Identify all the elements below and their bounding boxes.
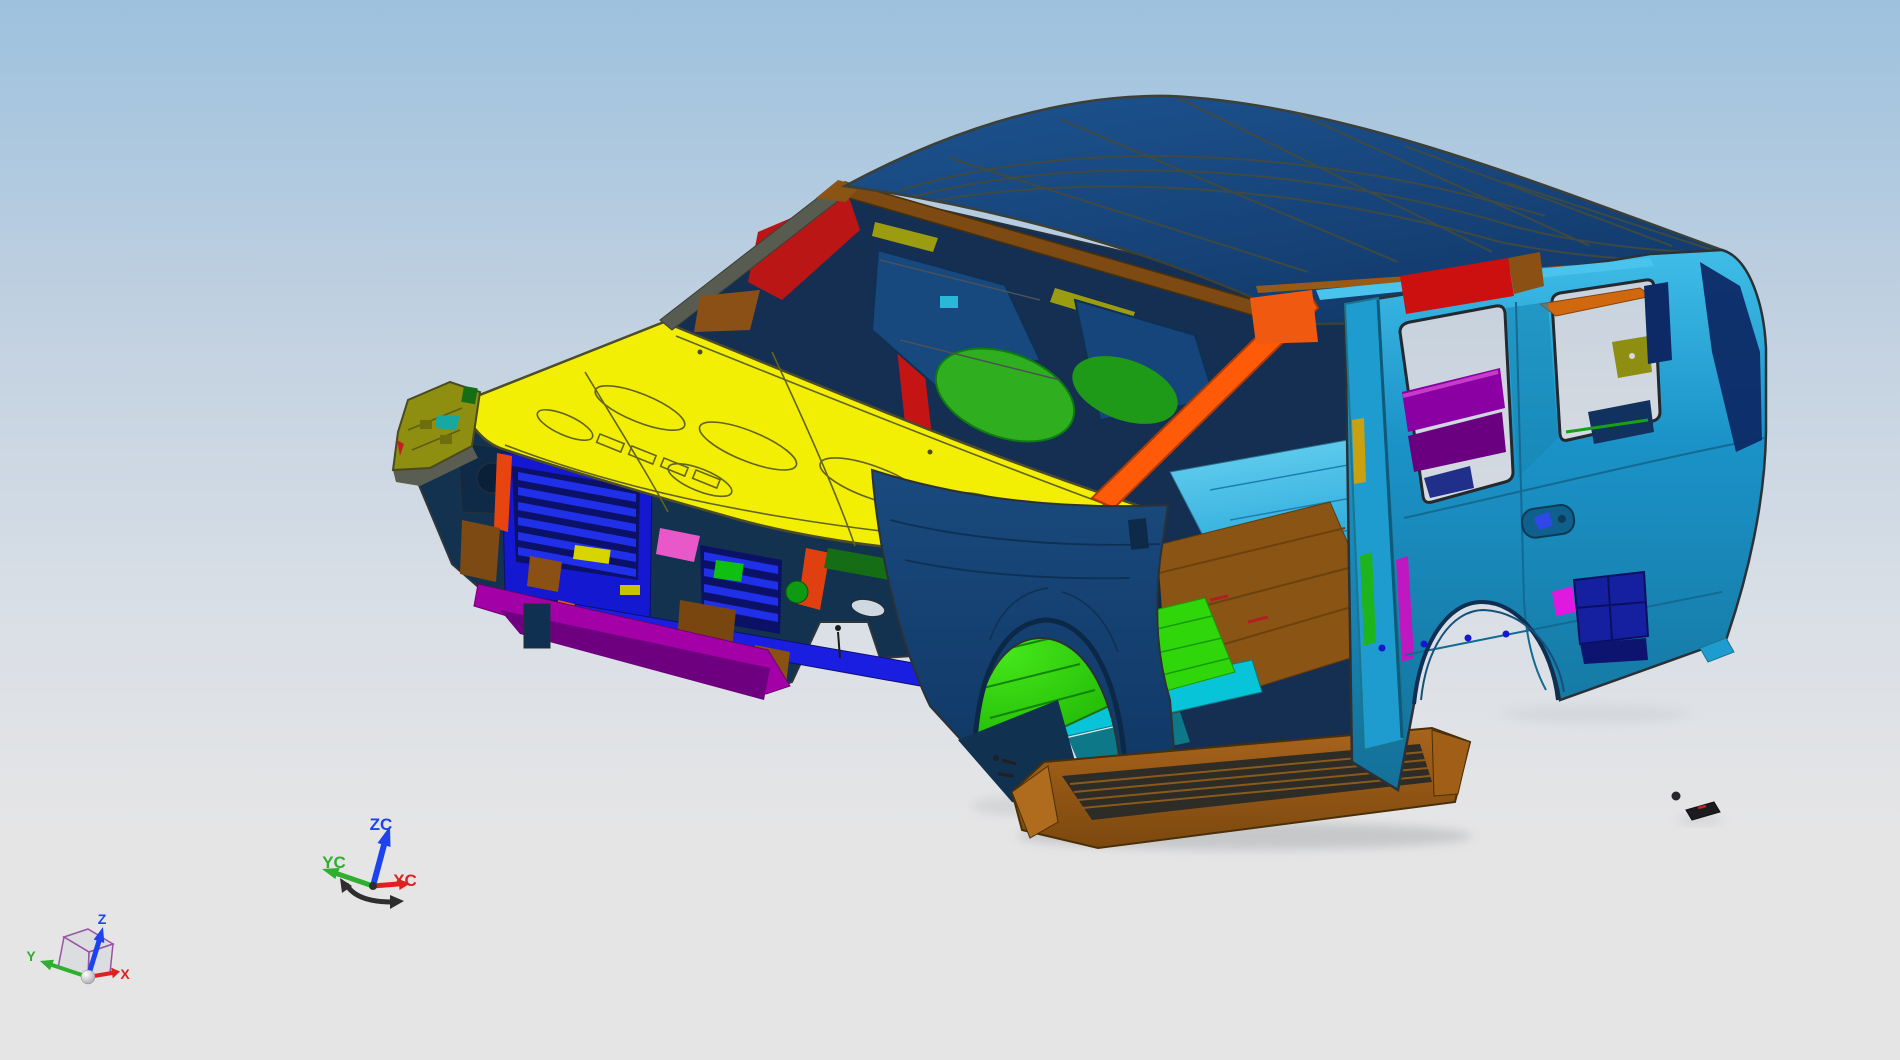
wcs-origin[interactable] (369, 882, 377, 890)
wcs-rotate-arrow-right[interactable] (390, 895, 404, 909)
teal-clip[interactable] (435, 415, 460, 430)
front-step-box[interactable] (523, 603, 551, 649)
step-end-cap-right[interactable] (1431, 729, 1471, 797)
pin-dot (835, 625, 841, 631)
green-clip[interactable] (461, 386, 478, 405)
view-y-label: Y (26, 948, 36, 964)
wcs-x-label: XC (393, 871, 417, 890)
d-pillar-navy-strip[interactable] (1644, 282, 1672, 364)
bracket-hole (1629, 353, 1635, 359)
view-x-arrowhead[interactable] (111, 967, 120, 979)
hood-dot (927, 449, 933, 455)
view-y-arrowhead[interactable] (40, 959, 54, 971)
wcs-y-label: YC (322, 853, 346, 872)
wcs-z-label: ZC (370, 815, 393, 834)
hood-dot (697, 349, 703, 355)
graphics-window[interactable]: ZC YC XC Z Y X (0, 0, 1900, 1060)
brown-bracket-left[interactable] (460, 520, 500, 582)
brown-bracket-mid[interactable] (527, 556, 562, 592)
view-triad-origin-sphere[interactable] (80, 969, 96, 985)
loose-clip[interactable] (1671, 791, 1681, 801)
view-x-label: X (120, 966, 130, 982)
wcs-z-axis[interactable] (370, 842, 387, 889)
fender-rail-detail (420, 420, 432, 429)
cowl-side-vent (1128, 518, 1150, 550)
step-pin-dot (993, 755, 999, 761)
interior-cyan-clip[interactable] (940, 296, 958, 308)
view-triad[interactable]: Z Y X (26, 911, 130, 985)
wcs-triad[interactable]: ZC YC XC (322, 815, 417, 909)
b-pillar-gold-strip[interactable] (1352, 418, 1366, 484)
view-z-label: Z (98, 911, 107, 927)
yellow-shim-2[interactable] (620, 585, 640, 595)
a-pillar-brown-lower[interactable] (694, 290, 760, 332)
rail-orange-segment[interactable] (1250, 290, 1318, 344)
green-grommet[interactable] (785, 580, 809, 604)
fender-rail-detail (440, 435, 452, 444)
loose-parts[interactable] (1671, 791, 1721, 821)
